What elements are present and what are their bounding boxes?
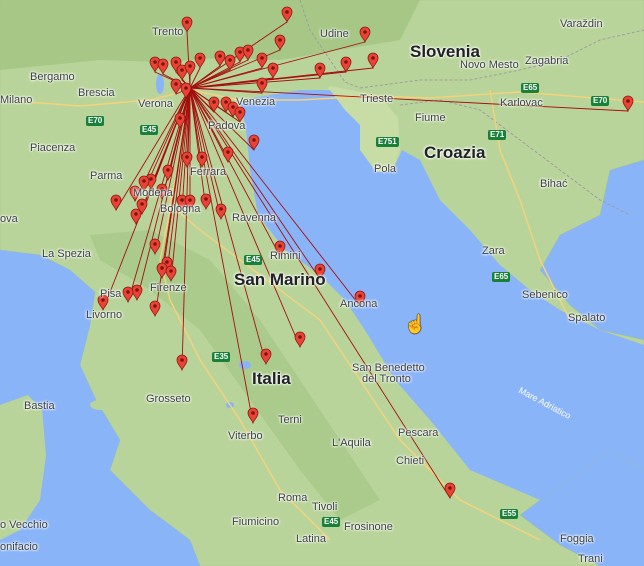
map-base: [0, 0, 644, 566]
road-shield: E751: [376, 137, 399, 147]
hand-cursor-icon: ☝: [404, 314, 427, 334]
road-shield: E45: [244, 255, 263, 265]
road-shield: E45: [140, 125, 159, 135]
road-shield: E35: [212, 352, 231, 362]
road-shield: E71: [488, 130, 507, 140]
road-shield: E55: [500, 509, 519, 519]
map-canvas[interactable]: Slovenia Croazia San Marino Italia Trento Udi…: [0, 0, 644, 566]
road-shield: E65: [492, 272, 511, 282]
road-shield: E45: [322, 517, 341, 527]
road-shield: E70: [86, 116, 105, 126]
road-shield: E65: [521, 83, 540, 93]
road-shield: E70: [591, 96, 610, 106]
